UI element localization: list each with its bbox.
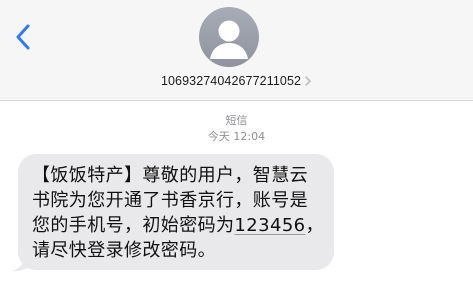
avatar[interactable]	[199, 7, 259, 67]
back-button[interactable]	[12, 20, 36, 54]
chevron-left-icon	[16, 24, 30, 50]
chevron-right-icon	[305, 76, 311, 86]
sender-number: 10693274042677211052	[160, 74, 302, 88]
person-avatar-icon	[210, 20, 248, 59]
navigation-header: 10693274042677211052	[0, 0, 473, 101]
message-timestamp: 今天 12:04	[207, 130, 266, 143]
verification-code[interactable]: 123456	[234, 215, 305, 236]
message-bubble[interactable]: 【饭饭特产】尊敬的用户，智慧云书院为您开通了书香京行，账号是您的手机号，初始密码…	[18, 154, 334, 270]
channel-label: 短信	[225, 114, 248, 127]
sender-info[interactable]: 10693274042677211052	[0, 72, 473, 90]
